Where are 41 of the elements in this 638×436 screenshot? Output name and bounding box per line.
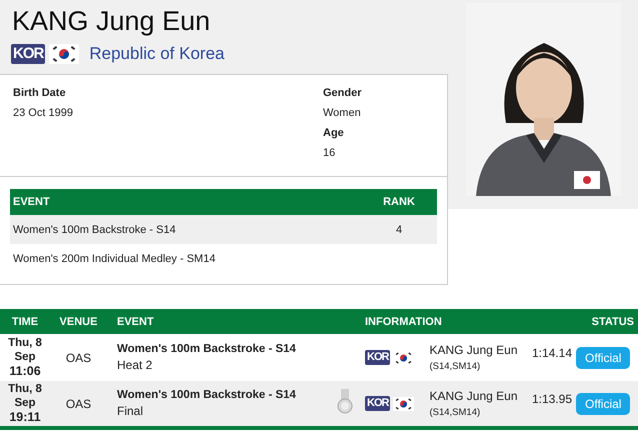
event-phase: Final	[117, 404, 144, 418]
country-code: KOR	[365, 396, 390, 412]
field-value: 16	[323, 147, 336, 159]
column-header: EVENT	[107, 309, 329, 334]
sport-class: (S14,SM14)	[429, 407, 482, 418]
event-name: Women's 100m Backstroke - S14	[117, 343, 297, 355]
field-label: Birth Date	[13, 87, 67, 99]
event-time: 11:06	[8, 364, 42, 379]
field-label: Age	[323, 127, 345, 139]
country-code: KOR	[365, 350, 390, 366]
athlete-name: KANG Jung Eun	[11, 5, 212, 37]
result-time: 1:14.14	[532, 346, 572, 360]
table-cell: 4	[361, 215, 437, 244]
athlete-name: KANG Jung Eun	[429, 389, 518, 403]
table-cell: OAS	[50, 381, 107, 428]
status-button[interactable]: Official	[576, 346, 630, 368]
column-header: VENUE	[50, 309, 107, 334]
table-cell: OAS	[50, 334, 107, 381]
column-header: RANK	[361, 189, 437, 215]
country-code: KOR	[11, 44, 46, 64]
event-name: Women's 100m Backstroke - S14	[117, 389, 297, 401]
field-value: 23 Oct 1999	[13, 107, 74, 119]
field-value: Women	[323, 107, 362, 119]
sport-class: (S14,SM14)	[429, 361, 482, 372]
column-header: STATUS	[578, 309, 638, 334]
event-time: 19:11	[8, 410, 42, 425]
column-header: INFORMATION	[361, 309, 578, 334]
column-header: EVENT	[10, 189, 361, 215]
athlete-name: KANG Jung Eun	[429, 343, 518, 357]
status-button[interactable]: Official	[576, 392, 630, 414]
result-time: 1:13.95	[532, 392, 572, 406]
column-header: TIME	[0, 309, 50, 334]
event-date: Thu, 8 Sep	[7, 336, 43, 364]
event-phase: Heat 2	[117, 358, 152, 372]
flag-icon	[393, 396, 414, 410]
flag-icon	[49, 44, 80, 64]
field-label: Gender	[323, 87, 363, 99]
country-name: Republic of Korea	[89, 44, 224, 64]
table-cell: Women's 200m Individual Medley - SM14	[10, 244, 361, 273]
table-cell: Women's 100m Backstroke - S14	[10, 215, 361, 244]
event-date: Thu, 8 Sep	[7, 382, 43, 410]
